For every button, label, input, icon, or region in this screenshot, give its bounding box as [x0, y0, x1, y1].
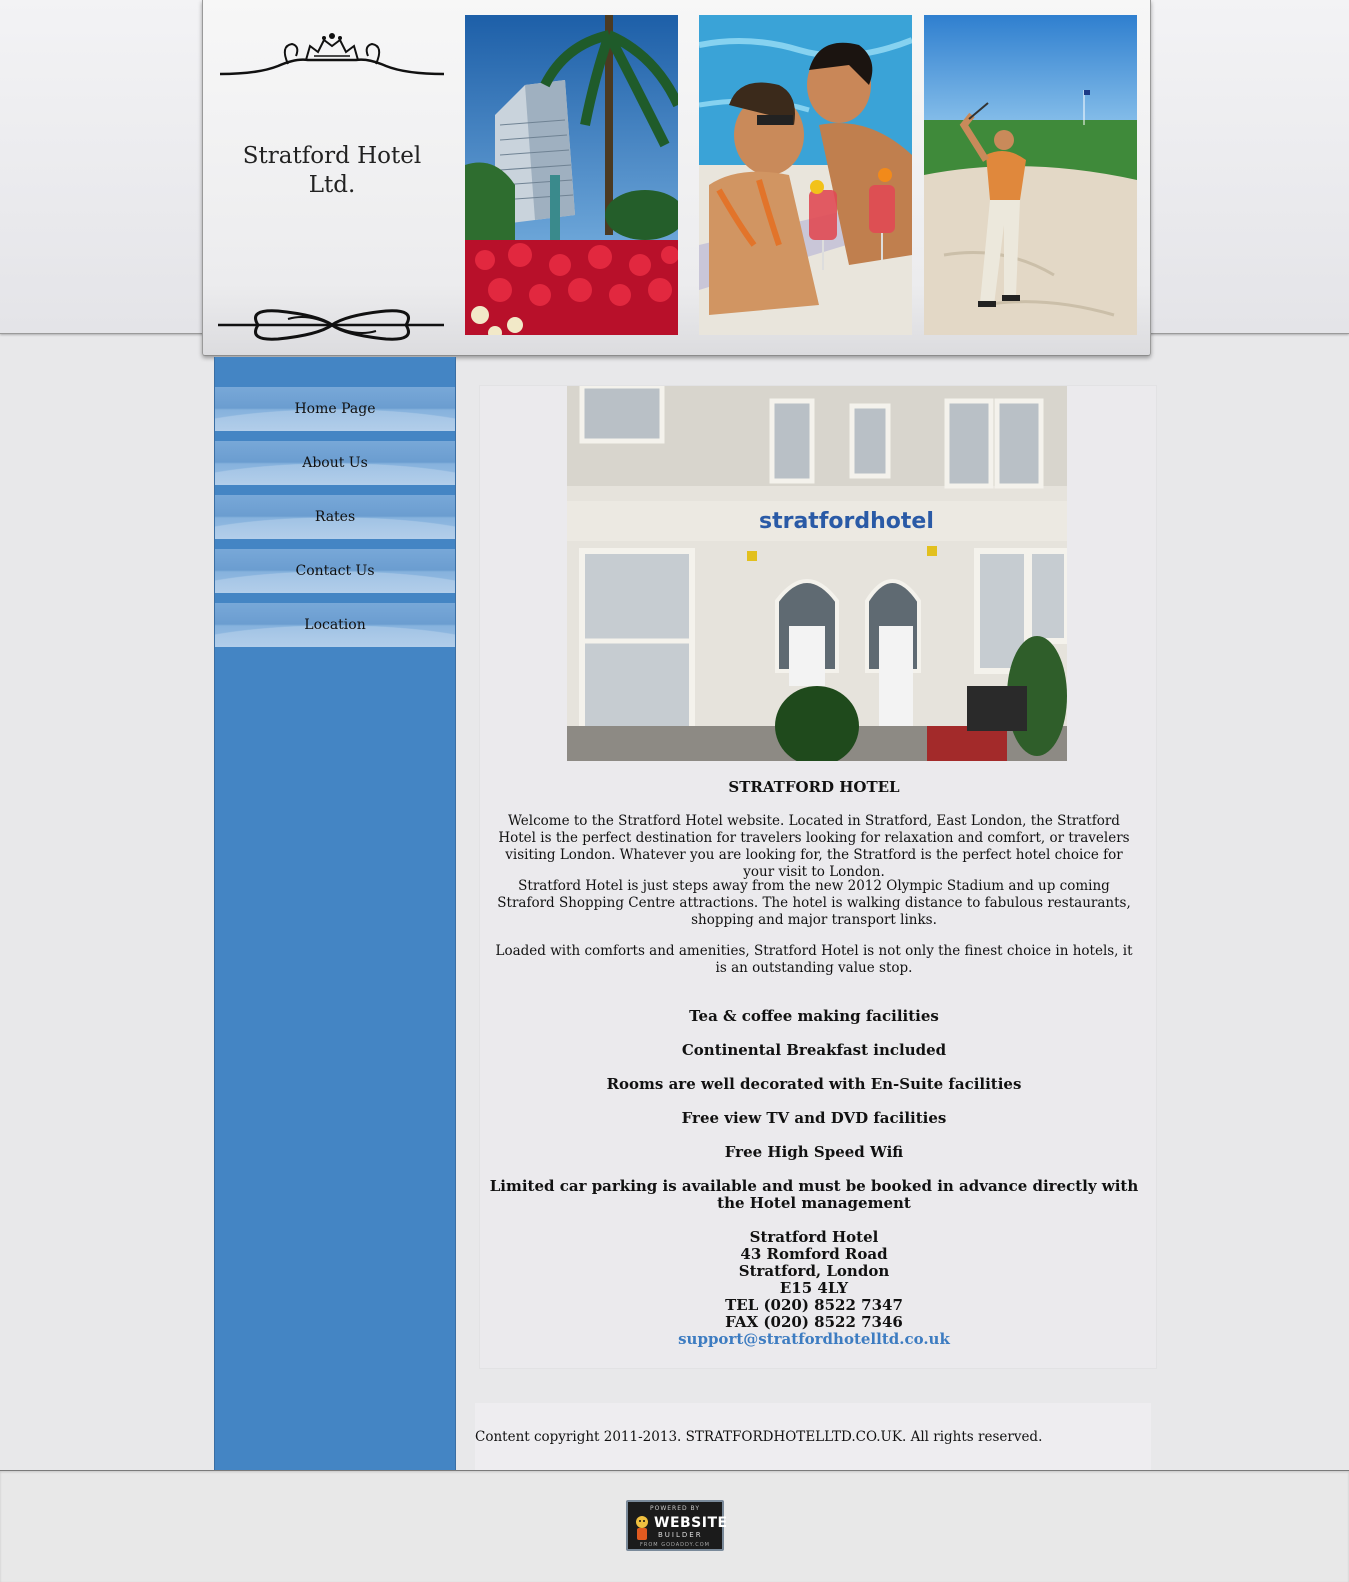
nav-rates[interactable]: Rates — [215, 495, 455, 539]
scroll-ornament-icon — [218, 309, 444, 341]
address-tel: TEL (020) 8522 7347 — [725, 1296, 903, 1314]
badge-from-text: FROM GODADDY.COM — [640, 1542, 710, 1548]
website-builder-badge[interactable]: POWERED BY WEBSITE BUILDER FROM GODADDY.… — [626, 1500, 727, 1551]
crown-ornament-icon — [219, 33, 445, 76]
address-city: Stratford, London — [738, 1262, 890, 1280]
mascot-icon — [636, 1516, 648, 1540]
intro-paragraph-2: Stratford Hotel is just steps away from … — [497, 878, 1131, 928]
feature-item: Rooms are well decorated with En-Suite f… — [606, 1075, 1022, 1093]
badge-sub-text: BUILDER — [658, 1531, 703, 1539]
golfer-photo — [924, 15, 1137, 335]
feature-item: Tea & coffee making facilities — [689, 1007, 939, 1025]
pool-couple-photo — [699, 15, 912, 335]
feature-item: Continental Breakfast included — [681, 1041, 947, 1059]
hotel-sign-text: stratfordhotel — [759, 509, 934, 534]
address-street: 43 Romford Road — [740, 1245, 888, 1263]
nav-location[interactable]: Location — [215, 603, 455, 647]
nav-about-us[interactable]: About Us — [215, 441, 455, 485]
sidebar: Home Page About Us Rates Contact Us Loca… — [214, 357, 456, 1471]
intro-paragraph-3: Loaded with comforts and amenities, Stra… — [495, 943, 1133, 976]
feature-item: Free High Speed Wifi — [724, 1143, 904, 1161]
hotel-facade-photo: stratfordhotel — [567, 386, 1067, 761]
badge-main-text: WEBSITE — [654, 1515, 728, 1531]
badge-top-text: POWERED BY — [649, 1505, 700, 1512]
feature-item: Free view TV and DVD facilities — [681, 1109, 947, 1127]
hotel-tower-photo — [465, 15, 678, 335]
nav-contact-us[interactable]: Contact Us — [215, 549, 455, 593]
address-postcode: E15 4LY — [779, 1279, 849, 1297]
feature-item: Limited car parking is available and mus… — [489, 1177, 1139, 1212]
email-link[interactable]: support@stratfordhotelltd.co.uk — [489, 1331, 1139, 1348]
intro-paragraph-1: Welcome to the Stratford Hotel website. … — [498, 813, 1130, 880]
address-fax: FAX (020) 8522 7346 — [725, 1313, 903, 1331]
site-title: Stratford Hotel Ltd. — [242, 143, 422, 198]
main-heading: STRATFORD HOTEL — [728, 778, 900, 796]
address-name: Stratford Hotel — [749, 1228, 879, 1246]
nav-home-page[interactable]: Home Page — [215, 387, 455, 431]
copyright-text: Content copyright 2011-2013. STRATFORDHO… — [475, 1429, 1043, 1445]
